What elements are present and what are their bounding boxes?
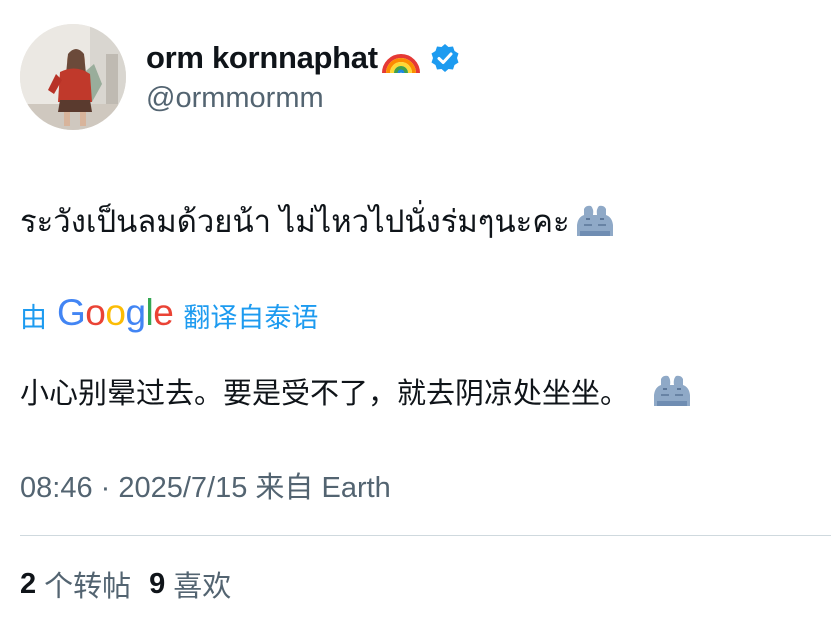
tweet-stats: 2 个转帖 9 喜欢 xyxy=(20,563,249,605)
avatar[interactable] xyxy=(20,24,126,130)
avatar-photo xyxy=(20,24,126,130)
google-letter-g: G xyxy=(57,292,86,333)
google-letter-o2: o xyxy=(105,292,126,333)
retweets-count[interactable]: 2 xyxy=(20,568,36,601)
tweet-timestamp[interactable]: 08:46 · 2025/7/15 来自 Earth xyxy=(20,464,391,506)
google-letter-g2: g xyxy=(125,292,146,333)
tweet-detail: orm kornnaphat @ormmormm ระวังเป็นลมด้วย… xyxy=(0,0,831,623)
translation-source-language[interactable]: 翻译自泰语 xyxy=(183,296,318,335)
translated-text-body: 小心别晕过去。要是受不了，就去阴凉处坐坐。 xyxy=(20,378,630,410)
verified-badge-icon[interactable] xyxy=(430,43,460,73)
likes-label[interactable]: 喜欢 xyxy=(173,563,231,605)
moai-emoji-icon xyxy=(651,373,693,409)
divider xyxy=(20,535,831,536)
moai-emoji-icon xyxy=(574,203,616,239)
translated-text: 小心别晕过去。要是受不了，就去阴凉处坐坐。 xyxy=(20,370,693,412)
translation-attribution[interactable]: 由 Google 翻译自泰语 xyxy=(20,292,318,336)
translation-prefix[interactable]: 由 xyxy=(20,296,47,335)
author-handle[interactable]: @ormmormm xyxy=(146,82,460,115)
display-name[interactable]: orm kornnaphat xyxy=(146,40,378,76)
tweet-text-body: ระวังเป็นลมด้วยน้า ไม่ไหวไปนั่งร่มๆนะคะ xyxy=(20,204,570,239)
display-name-row[interactable]: orm kornnaphat xyxy=(146,36,460,80)
tweet-text: ระวังเป็นลมด้วยน้า ไม่ไหวไปนั่งร่มๆนะคะ xyxy=(20,196,616,246)
rainbow-emoji-icon xyxy=(380,41,422,75)
retweets-label[interactable]: 个转帖 xyxy=(44,563,131,605)
google-letter-o1: o xyxy=(85,292,106,333)
likes-count[interactable]: 9 xyxy=(149,568,165,601)
author-names: orm kornnaphat @ormmormm xyxy=(146,36,460,115)
tweet-header: orm kornnaphat @ormmormm xyxy=(20,24,460,130)
google-letter-e: e xyxy=(153,292,174,333)
google-logo: Google xyxy=(57,292,174,334)
